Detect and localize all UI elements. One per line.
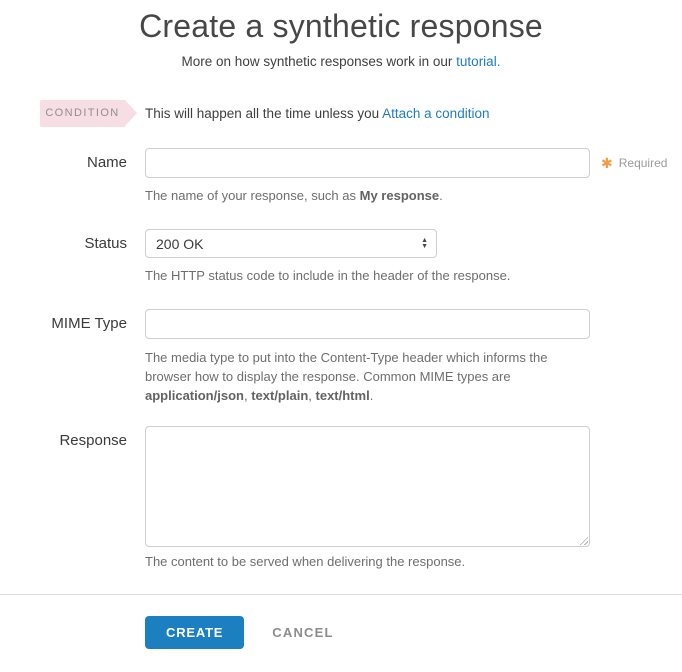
mime-help-line3: application/json, text/plain, text/html. (145, 386, 590, 405)
required-asterisk-icon: ✱ (601, 155, 613, 172)
mime-help-bold-json: application/json (145, 388, 244, 403)
condition-text-label: This will happen all the time unless you (145, 106, 382, 121)
create-button[interactable]: CREATE (145, 616, 244, 649)
response-field-row: Response The content to be served when d… (0, 426, 682, 571)
subtitle: More on how synthetic responses work in … (0, 54, 682, 70)
name-input[interactable] (145, 148, 590, 178)
cancel-button[interactable]: CANCEL (272, 625, 333, 640)
mime-help-bold-plain: text/plain (251, 388, 308, 403)
status-select[interactable]: 200 OK (145, 229, 437, 258)
mime-help-bold-html: text/html (316, 388, 370, 403)
condition-row: CONDITION This will happen all the time … (40, 100, 682, 127)
form-actions: CREATE CANCEL (145, 616, 682, 649)
name-help-bold: My response (360, 188, 439, 203)
status-select-wrap: 200 OK ▲ ▼ (145, 229, 437, 258)
response-textarea[interactable] (145, 426, 590, 547)
tutorial-link[interactable]: tutorial (456, 54, 497, 69)
response-help: The content to be served when delivering… (145, 553, 590, 571)
condition-badge: CONDITION (40, 100, 125, 127)
name-help: The name of your response, such as My re… (145, 187, 590, 205)
condition-text: This will happen all the time unless you… (145, 106, 489, 121)
footer-divider (0, 594, 682, 595)
page-title: Create a synthetic response (0, 8, 682, 44)
attach-condition-link[interactable]: Attach a condition (382, 106, 489, 121)
mime-help-line1: The media type to put into the Content-T… (145, 348, 590, 367)
status-help: The HTTP status code to include in the h… (145, 267, 510, 285)
name-help-text: The name of your response, such as (145, 188, 360, 203)
status-label: Status (0, 229, 127, 259)
response-textarea-wrap (145, 426, 590, 547)
status-field-row: Status 200 OK ▲ ▼ The HTTP status code t… (0, 229, 682, 285)
name-label: Name (0, 148, 127, 178)
mime-type-field-row: MIME Type The media type to put into the… (0, 309, 682, 405)
mime-help-line2: browser how to display the response. Com… (145, 367, 590, 386)
mime-help-period: . (370, 388, 374, 403)
name-field-row: Name The name of your response, such as … (0, 148, 682, 205)
mime-type-help: The media type to put into the Content-T… (145, 348, 590, 405)
subtitle-text: More on how synthetic responses work in … (182, 54, 457, 69)
mime-help-sep2: , (308, 388, 315, 403)
mime-type-label: MIME Type (0, 309, 127, 339)
name-help-period: . (439, 188, 443, 203)
subtitle-period: . (497, 54, 501, 69)
mime-type-input[interactable] (145, 309, 590, 339)
response-label: Response (0, 426, 127, 451)
required-label: Required (619, 156, 668, 170)
required-indicator: ✱ Required (601, 148, 667, 178)
create-synthetic-response-page: Create a synthetic response More on how … (0, 0, 682, 672)
